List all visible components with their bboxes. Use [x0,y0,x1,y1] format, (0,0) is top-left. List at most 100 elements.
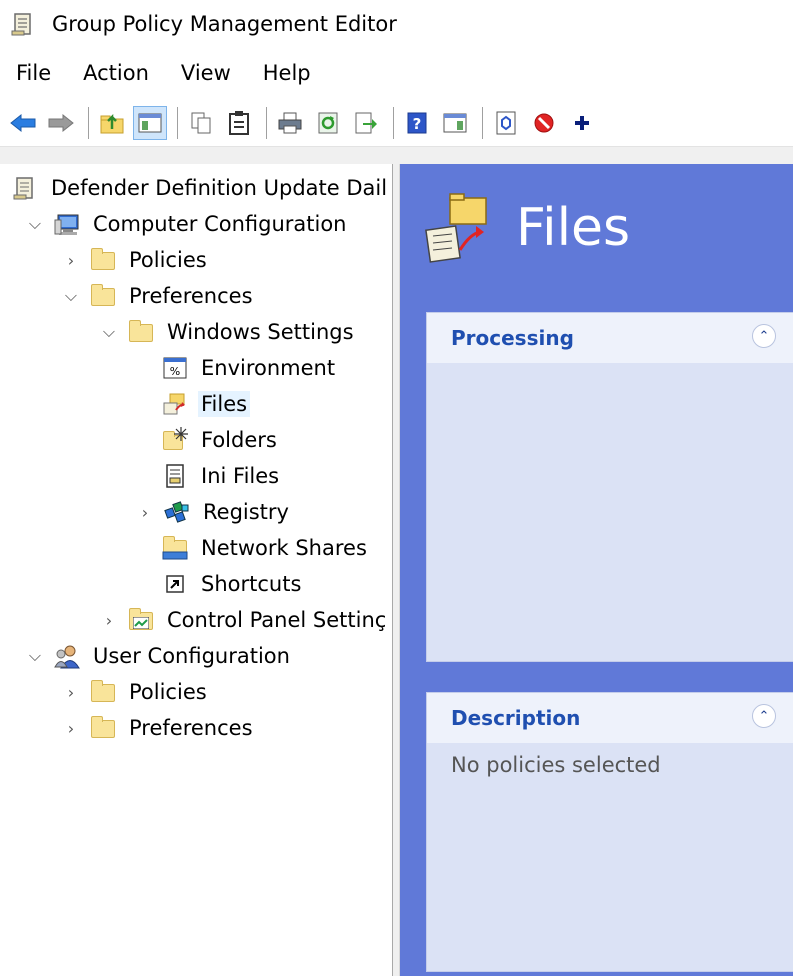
folder-icon [128,319,154,345]
chevron-down-icon[interactable]: ⌵ [24,645,46,667]
tree-item-user-configuration[interactable]: ⌵ User Configuration [24,638,293,674]
section-body: No policies selected [451,753,661,777]
section-title: Description [451,706,581,730]
policy-scroll-icon [10,11,36,37]
tree-item-user-preferences[interactable]: › Preferences [60,710,256,746]
toolbar-divider [0,146,793,164]
show-hide-tree-icon[interactable] [133,106,167,140]
tree-item-computer-configuration[interactable]: ⌵ Computer Configuration [24,206,350,242]
export-list-icon[interactable] [349,106,383,140]
menu-file[interactable]: File [0,61,67,85]
details-pane: Files Processing ⌃ Description ⌃ No poli… [400,164,793,976]
help-icon[interactable]: ? [400,106,434,140]
tree-item-label: Network Shares [201,536,367,560]
chevron-right-icon[interactable]: › [134,501,156,523]
pane-splitter[interactable] [392,164,400,976]
processing-section: Processing ⌃ [426,312,793,662]
tree-item-environment[interactable]: % Environment [154,350,338,386]
toolbar-separator [266,107,267,139]
chevron-right-icon[interactable]: › [60,717,82,739]
collapse-icon[interactable]: ⌃ [752,704,776,728]
section-header[interactable]: Processing ⌃ [427,313,793,363]
menu-view[interactable]: View [165,61,247,85]
menu-bar: File Action View Help [0,56,327,90]
chevron-right-icon[interactable]: › [98,609,120,631]
shortcut-icon [162,571,188,597]
toolbar: ? [0,100,793,146]
files-icon [162,391,188,417]
collapse-icon[interactable]: ⌃ [752,324,776,348]
description-section: Description ⌃ No policies selected [426,692,793,972]
tree-item-ini-files[interactable]: Ini Files [154,458,282,494]
toolbar-separator [88,107,89,139]
tree-item-folders[interactable]: Folders [154,422,280,458]
folder-icon [90,679,116,705]
tree-item-label: Environment [201,356,336,380]
console-tree: Defender Definition Update Dail ⌵ Comput… [0,164,392,976]
computer-icon [54,211,80,237]
window-title: Group Policy Management Editor [52,12,397,36]
chevron-down-icon[interactable]: ⌵ [24,213,46,235]
folder-icon [90,715,116,741]
disable-icon[interactable] [527,106,561,140]
refresh-icon[interactable] [311,106,345,140]
tree-item-label: Preferences [129,716,253,740]
svg-text:?: ? [413,115,422,133]
tree-item-windows-settings[interactable]: ⌵ Windows Settings [98,314,357,350]
tree-item-label: Folders [201,428,277,452]
up-folder-icon[interactable] [95,106,129,140]
tree-item-preferences[interactable]: ⌵ Preferences [60,278,256,314]
tree-item-label: Windows Settings [167,320,354,344]
tree-item-shortcuts[interactable]: Shortcuts [154,566,304,602]
tree-item-label: Registry [203,500,289,524]
folder-icon [90,247,116,273]
menu-help[interactable]: Help [247,61,327,85]
tree-item-label: Shortcuts [201,572,302,596]
new-folder-icon [162,427,188,453]
chevron-down-icon[interactable]: ⌵ [98,321,120,343]
tree-item-label: Control Panel Settinç [167,608,387,632]
chevron-right-icon[interactable]: › [60,249,82,271]
chevron-down-icon[interactable]: ⌵ [60,285,82,307]
copy-icon[interactable] [184,106,218,140]
ini-file-icon [162,463,188,489]
files-icon [424,188,494,268]
chevron-right-icon[interactable]: › [60,681,82,703]
environment-icon: % [162,355,188,381]
section-header[interactable]: Description ⌃ [427,693,793,743]
tree-item-label: Preferences [129,284,253,308]
toolbar-separator [177,107,178,139]
tree-item-control-panel-settings[interactable]: › Control Panel Settinç [98,602,389,638]
back-icon[interactable] [6,106,40,140]
folder-icon [90,283,116,309]
paste-icon[interactable] [222,106,256,140]
tree-item-label: User Configuration [93,644,290,668]
show-hide-action-pane-icon[interactable] [438,106,472,140]
control-panel-icon [128,607,154,633]
users-icon [54,643,80,669]
tree-item-gpo-root[interactable]: Defender Definition Update Dail [12,170,390,206]
registry-icon [164,499,190,525]
print-icon[interactable] [273,106,307,140]
tree-item-label: Policies [129,248,207,272]
tree-item-label: Files [198,391,251,417]
page-title: Files [516,198,631,258]
network-share-icon [162,535,188,561]
section-body [427,363,793,383]
tree-item-policies[interactable]: › Policies [60,242,210,278]
tree-item-registry[interactable]: › Registry [134,494,292,530]
add-icon[interactable] [565,106,599,140]
tree-item-label: Computer Configuration [93,212,347,236]
title-bar: Group Policy Management Editor [0,0,793,48]
properties-icon[interactable] [489,106,523,140]
menu-action[interactable]: Action [67,61,165,85]
tree-item-label: Ini Files [201,464,280,488]
toolbar-separator [482,107,483,139]
section-title: Processing [451,326,574,350]
tree-item-files[interactable]: Files [154,386,251,422]
tree-item-network-shares[interactable]: Network Shares [154,530,370,566]
svg-text:%: % [170,365,180,378]
tree-item-user-policies[interactable]: › Policies [60,674,210,710]
forward-icon[interactable] [44,106,78,140]
toolbar-separator [393,107,394,139]
